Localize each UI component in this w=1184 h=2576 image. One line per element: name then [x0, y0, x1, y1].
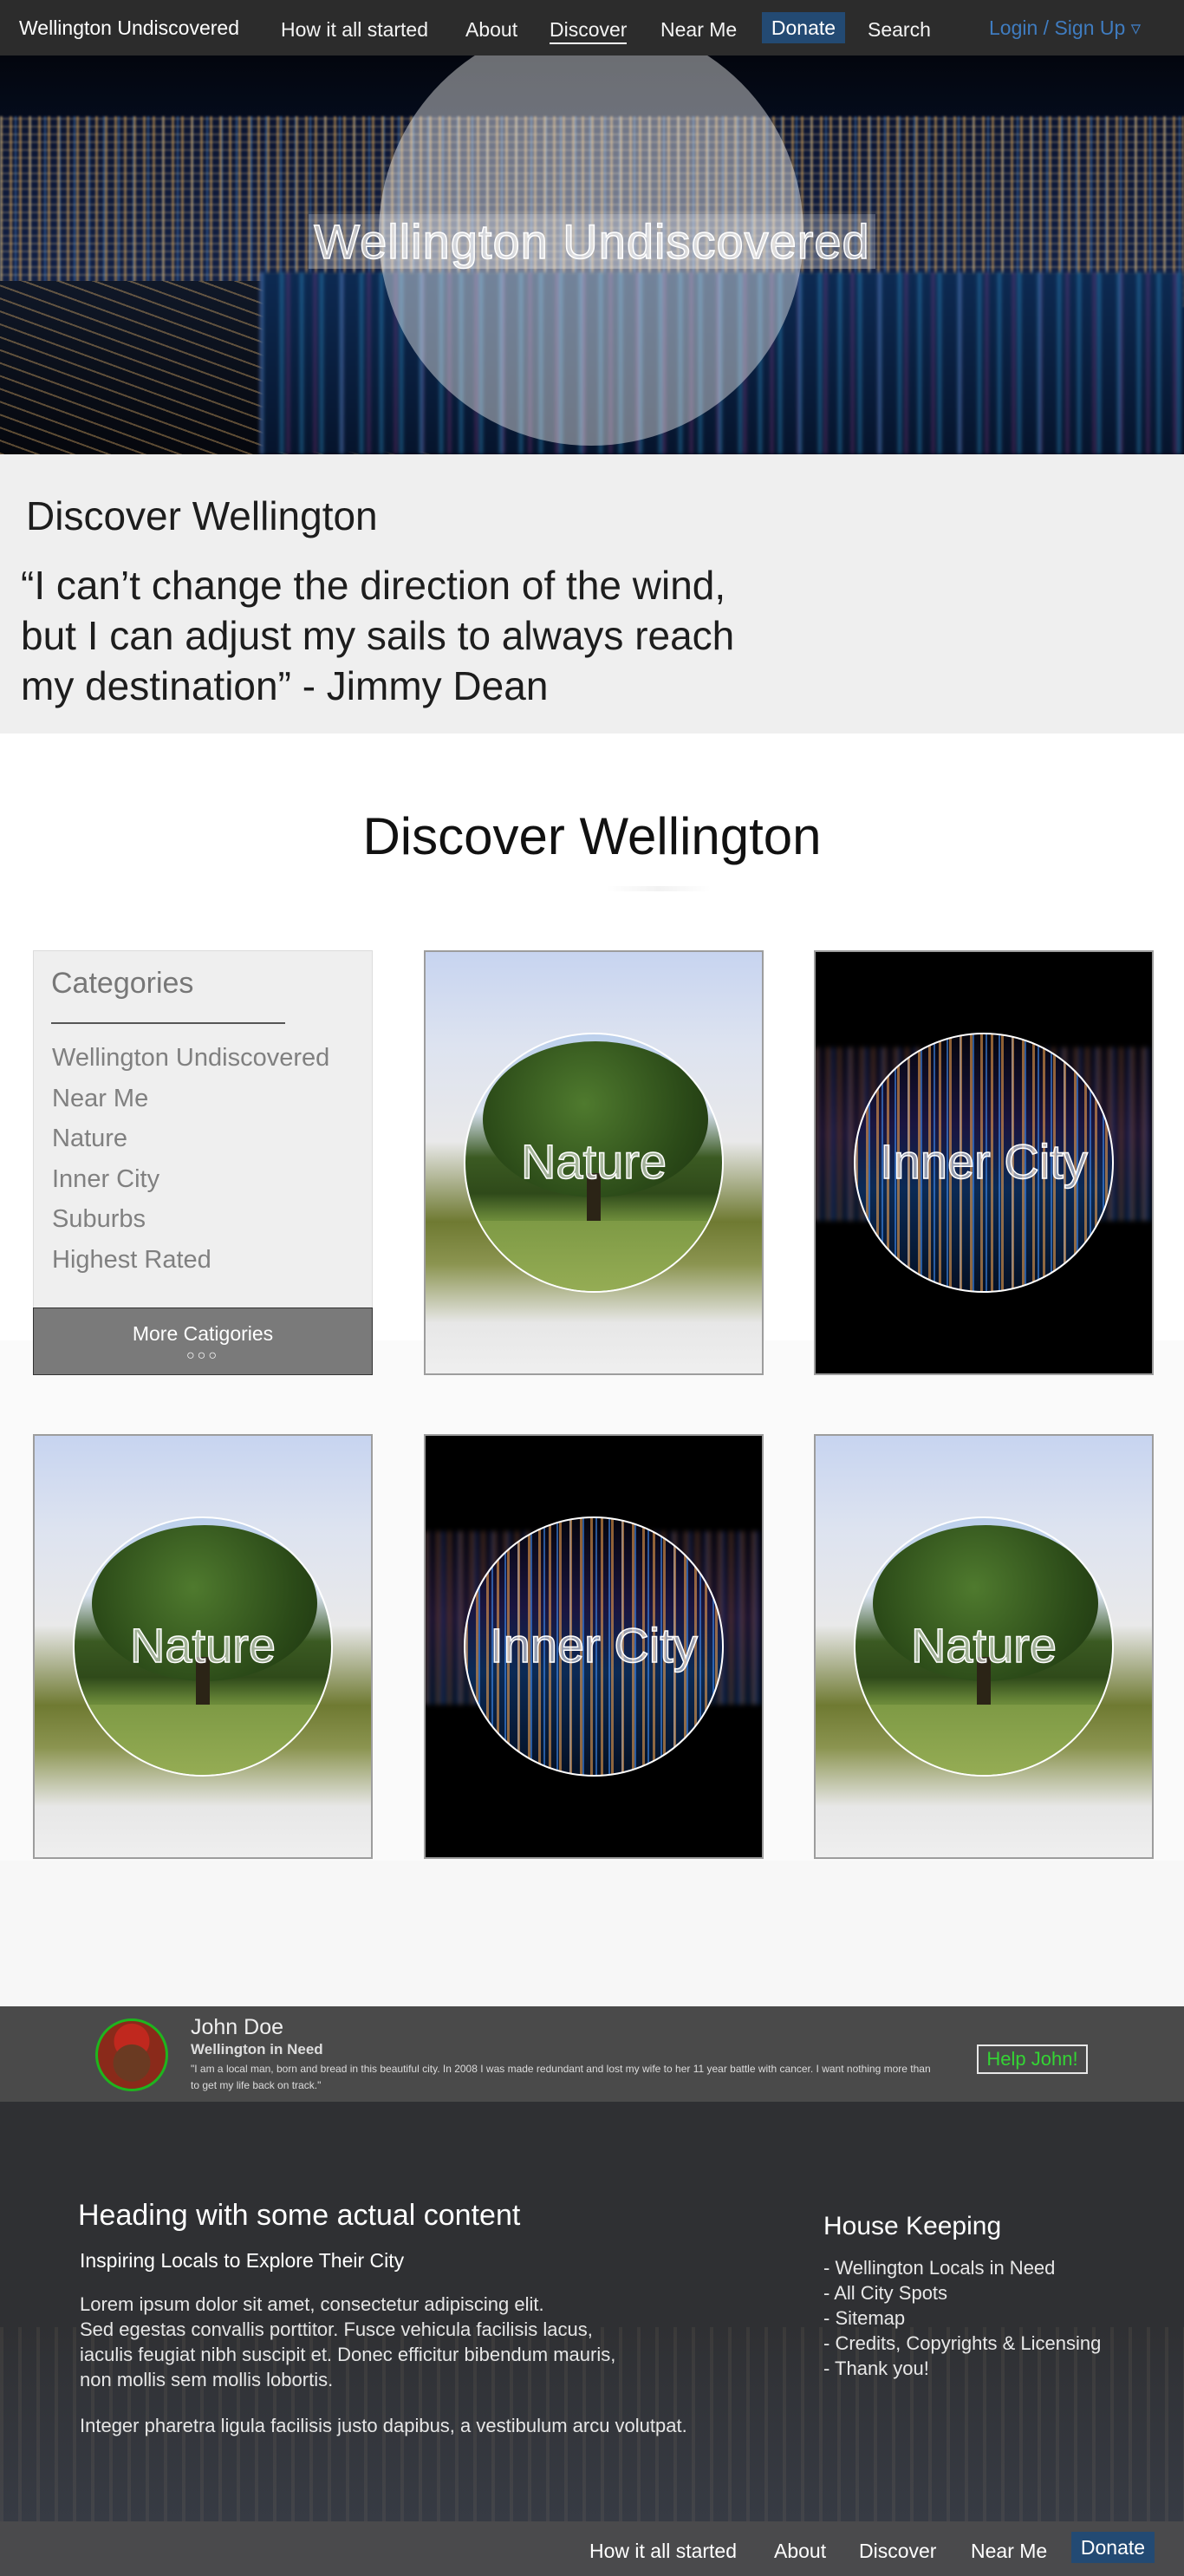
brand-link[interactable]: Wellington Undiscovered — [19, 16, 239, 40]
card-inner-city[interactable]: Inner City — [424, 1434, 764, 1859]
housekeeping-list: - Wellington Locals in Need - All City S… — [823, 2255, 1101, 2381]
intro-quote: “I can’t change the direction of the win… — [21, 563, 735, 708]
grass — [75, 1705, 331, 1775]
categories-list: Wellington Undiscovered Near Me Nature I… — [52, 1038, 329, 1280]
nav-near-me[interactable]: Near Me — [660, 18, 737, 42]
category-item[interactable]: Nature — [52, 1118, 329, 1159]
categories-divider — [51, 1022, 285, 1024]
bottom-nav-near-me[interactable]: Near Me — [971, 2540, 1047, 2563]
card-label: Nature — [910, 1617, 1057, 1673]
testimonial-name: John Doe — [191, 2015, 284, 2039]
category-item[interactable]: Near Me — [52, 1079, 329, 1119]
testimonial-story: "I am a local man, born and bread in thi… — [191, 2063, 931, 2091]
testimonial-band: John Doe Wellington in Need "I am a loca… — [0, 2006, 1184, 2102]
grid-background-lower — [0, 1861, 1184, 2006]
footer-subheading: Inspiring Locals to Explore Their City — [80, 2249, 405, 2272]
category-item[interactable]: Wellington Undiscovered — [52, 1038, 329, 1079]
housekeeping-link[interactable]: - Sitemap — [823, 2305, 1101, 2331]
bottom-donate-button[interactable]: Donate — [1071, 2532, 1155, 2563]
card-nature[interactable]: Nature — [424, 950, 764, 1375]
card-nature[interactable]: Nature — [33, 1434, 373, 1859]
nav-how-it-all-started[interactable]: How it all started — [281, 18, 428, 42]
more-categories-label: More Catigories — [132, 1322, 274, 1345]
card-label: Inner City — [879, 1133, 1088, 1190]
category-item[interactable]: Inner City — [52, 1159, 329, 1200]
donate-button[interactable]: Donate — [762, 12, 845, 43]
nav-search[interactable]: Search — [868, 18, 931, 42]
nav-discover[interactable]: Discover — [550, 18, 628, 44]
more-categories-button[interactable]: More Catigories ○○○ — [33, 1308, 373, 1375]
testimonial-role: Wellington in Need — [191, 2041, 323, 2058]
housekeeping-link[interactable]: - Thank you! — [823, 2356, 1101, 2381]
category-item[interactable]: Highest Rated — [52, 1240, 329, 1281]
category-item[interactable]: Suburbs — [52, 1199, 329, 1240]
housekeeping-link[interactable]: - All City Spots — [823, 2280, 1101, 2305]
grass — [855, 1705, 1112, 1775]
bottom-nav-about[interactable]: About — [774, 2540, 826, 2563]
intro-heading: Discover Wellington — [26, 493, 378, 538]
hero-banner: Wellington Undiscovered — [0, 55, 1184, 454]
footer: Heading with some actual content Inspiri… — [0, 2102, 1184, 2521]
grass — [465, 1221, 722, 1291]
card-inner-city[interactable]: Inner City — [814, 950, 1154, 1375]
intro-section: Discover Wellington “I can’t change the … — [0, 454, 1184, 734]
footer-heading: Heading with some actual content — [78, 2199, 521, 2232]
top-nav: Wellington Undiscovered How it all start… — [0, 0, 1184, 55]
help-john-button[interactable]: Help John! — [977, 2044, 1088, 2074]
nav-about[interactable]: About — [465, 18, 517, 42]
bottom-nav-discover[interactable]: Discover — [859, 2540, 936, 2563]
card-label: Nature — [129, 1617, 276, 1673]
housekeeping-link[interactable]: - Credits, Copyrights & Licensing — [823, 2331, 1101, 2356]
title-underline — [607, 886, 711, 891]
bottom-nav: How it all started About Discover Near M… — [0, 2521, 1184, 2576]
footer-body: Lorem ipsum dolor sit amet, consectetur … — [80, 2293, 616, 2390]
housekeeping-title: House Keeping — [823, 2212, 1002, 2240]
footer-body-secondary: Integer pharetra ligula facilisis justo … — [80, 2415, 687, 2436]
card-label: Inner City — [489, 1617, 698, 1673]
categories-title: Categories — [51, 967, 194, 1000]
more-dots-icon: ○○○ — [186, 1348, 219, 1363]
housekeeping-link[interactable]: - Wellington Locals in Need — [823, 2255, 1101, 2280]
card-label: Nature — [520, 1133, 667, 1190]
hero-title: Wellington Undiscovered — [0, 213, 1184, 270]
avatar — [95, 2018, 168, 2091]
login-signup-link[interactable]: Login / Sign Up ▿ — [989, 16, 1141, 40]
bottom-nav-how-it-all-started[interactable]: How it all started — [589, 2540, 737, 2563]
discover-title: Discover Wellington — [362, 807, 822, 865]
card-nature[interactable]: Nature — [814, 1434, 1154, 1859]
